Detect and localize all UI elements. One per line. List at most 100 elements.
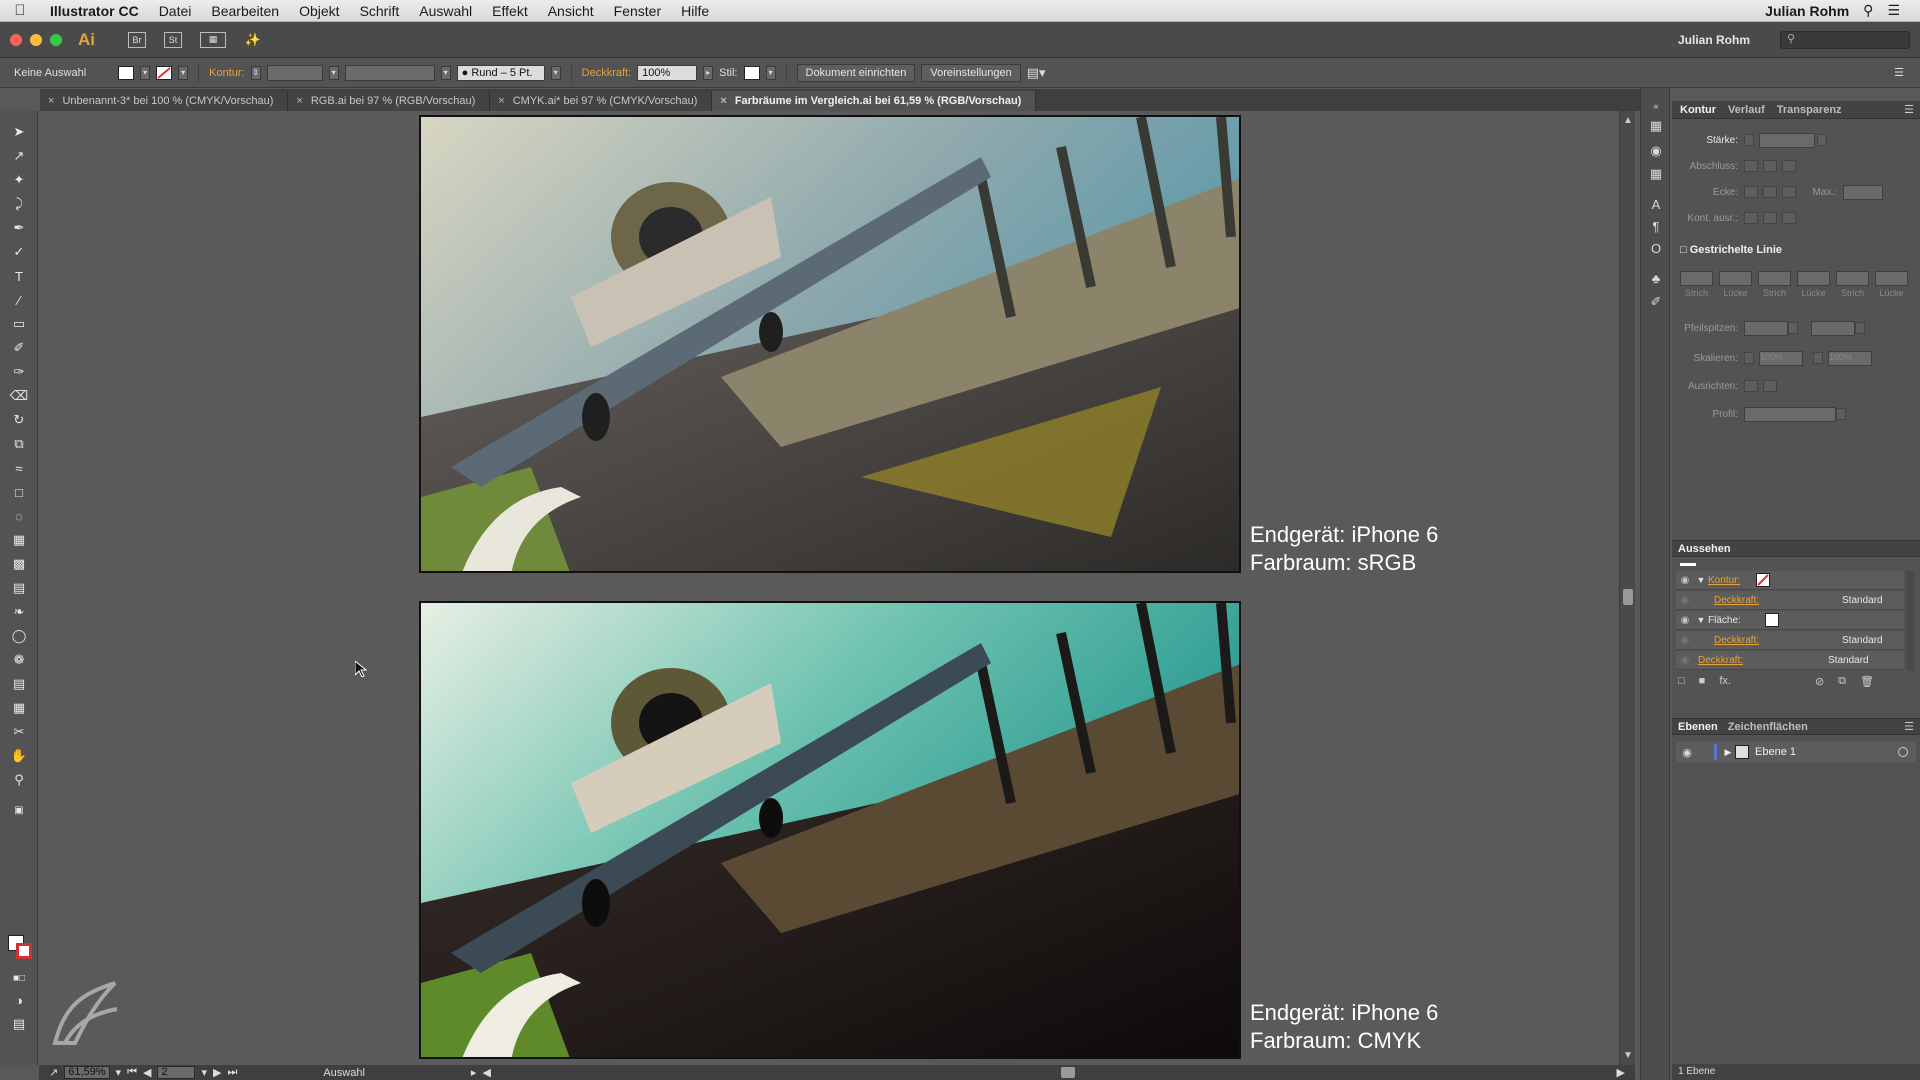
stroke-weight-field[interactable] [266, 64, 323, 81]
add-fill-icon[interactable]: ■ [1699, 675, 1706, 688]
preferences-button[interactable]: Voreinstellungen [921, 63, 1021, 82]
kontur-label[interactable]: Kontur: [209, 67, 244, 79]
appearance-opacity-link[interactable]: Deckkraft: [1698, 655, 1743, 666]
workspace-switcher[interactable]: Julian Rohm [1678, 33, 1750, 47]
tab-aussehen[interactable]: Aussehen [1678, 543, 1731, 555]
menu-bearbeiten[interactable]: Bearbeiten [201, 3, 289, 19]
align-outside-icon[interactable] [1782, 212, 1796, 224]
drawing-mode-icon[interactable]: ◑ [9, 991, 29, 1009]
vertical-scrollbar[interactable]: ▲ ▼ [1619, 111, 1635, 1065]
scroll-down-icon[interactable]: ▼ [1623, 1050, 1633, 1061]
end-arrowhead-select[interactable] [1811, 320, 1855, 336]
type-tool-icon[interactable]: T [9, 267, 29, 285]
appearance-fill-opacity-row[interactable]: ◉ Deckkraft: Standard [1676, 631, 1904, 650]
apple-icon[interactable]:  [0, 2, 40, 19]
miter-limit-field[interactable] [1843, 184, 1883, 200]
gap-field-1[interactable] [1719, 271, 1752, 286]
scroll-left-icon[interactable]: ◀ [482, 1066, 490, 1079]
airplane-image-srgb[interactable] [419, 115, 1241, 573]
menu-auswahl[interactable]: Auswahl [409, 3, 482, 19]
next-artboard-icon[interactable]: ▶ [213, 1066, 221, 1079]
dash-field-1[interactable] [1680, 271, 1713, 286]
share-icon[interactable]: ↗ [49, 1066, 58, 1079]
width-tool-icon[interactable]: ≈ [9, 459, 29, 477]
gap-field-3[interactable] [1875, 271, 1908, 286]
dashed-line-toggle[interactable]: □ Gestrichelte Linie [1680, 244, 1782, 256]
staerke-stepper[interactable] [1744, 134, 1754, 146]
zoom-tool-icon[interactable]: ⚲ [9, 771, 29, 789]
menu-hilfe[interactable]: Hilfe [671, 3, 719, 19]
end-arrowhead-dropdown[interactable] [1855, 322, 1865, 334]
opacity-field[interactable]: 100% [637, 64, 698, 81]
brushes-panel-icon[interactable]: ✐ [1648, 294, 1664, 310]
swatches-panel-icon[interactable]: ▦ [1648, 166, 1664, 182]
appearance-stroke-row[interactable]: ◉ ▼ Kontur: [1676, 571, 1904, 590]
delete-item-icon[interactable]: 🗑 [1860, 675, 1874, 688]
menu-fenster[interactable]: Fenster [604, 3, 671, 19]
free-transform-tool-icon[interactable]: □ [9, 483, 29, 501]
visibility-eye-icon[interactable]: ◉ [1676, 635, 1694, 646]
help-search-input[interactable]: ⚲ [1780, 30, 1910, 49]
butt-cap-icon[interactable] [1744, 160, 1758, 172]
control-bar-menu-icon[interactable]: ☰ [1894, 66, 1904, 79]
tab-verlauf[interactable]: Verlauf [1728, 104, 1765, 116]
menu-schrift[interactable]: Schrift [350, 3, 410, 19]
blob-brush-tool-icon[interactable]: ✑ [9, 363, 29, 381]
symbols-panel-icon[interactable]: ♣ [1648, 270, 1664, 286]
align-center-icon[interactable] [1744, 212, 1758, 224]
menu-effekt[interactable]: Effekt [482, 3, 538, 19]
projecting-cap-icon[interactable] [1782, 160, 1796, 172]
rectangle-tool-icon[interactable]: ▭ [9, 315, 29, 333]
previous-artboard-icon[interactable]: ◀ [143, 1066, 151, 1079]
layer-target-icon[interactable] [1898, 747, 1908, 757]
appearance-stroke-opacity-row[interactable]: ◉ Deckkraft: Standard [1676, 591, 1904, 610]
tab-ebenen[interactable]: Ebenen [1678, 719, 1718, 734]
bridge-button[interactable]: Br [128, 31, 146, 48]
staerke-field[interactable] [1759, 132, 1815, 148]
visibility-eye-icon[interactable]: ◉ [1676, 575, 1694, 586]
gap-field-2[interactable] [1797, 271, 1830, 286]
hand-tool-icon[interactable]: ✋ [9, 747, 29, 765]
profile-dropdown[interactable]: ▾ [440, 65, 451, 80]
add-stroke-icon[interactable]: □ [1678, 675, 1685, 688]
document-tab[interactable]: × Unbenannt-3* bei 100 % (CMYK/Vorschau) [40, 91, 289, 111]
expand-triangle-icon[interactable]: ▼ [1694, 615, 1708, 625]
selection-tool-icon[interactable]: ➤ [9, 123, 29, 141]
eraser-tool-icon[interactable]: ⌫ [9, 387, 29, 405]
horizontal-scroll-thumb[interactable] [1061, 1067, 1075, 1078]
style-dropdown[interactable]: ▾ [765, 65, 776, 80]
appearance-opacity-link[interactable]: Deckkraft: [1714, 635, 1759, 646]
libraries-panel-icon[interactable]: ▦ [1648, 118, 1664, 134]
document-tab-active[interactable]: × Farbräume im Vergleich.ai bei 61,59 % (… [712, 91, 1037, 111]
scale-end-stepper[interactable] [1813, 352, 1823, 364]
appearance-object-opacity-row[interactable]: ◉ Deckkraft: Standard [1676, 651, 1904, 670]
round-cap-icon[interactable] [1763, 160, 1777, 172]
dash-field-2[interactable] [1758, 271, 1791, 286]
collapse-panels-icon[interactable]: « [1648, 98, 1664, 114]
close-tab-icon[interactable]: × [296, 95, 302, 107]
character-panel-icon[interactable]: A [1648, 196, 1664, 212]
paintbrush-tool-icon[interactable]: ✐ [9, 339, 29, 357]
appearance-fill-label[interactable]: Fläche: [1708, 615, 1741, 626]
duplicate-item-icon[interactable]: ⧉ [1838, 675, 1846, 688]
round-join-icon[interactable] [1763, 186, 1777, 198]
stroke-color-box[interactable] [16, 943, 32, 959]
lasso-tool-icon[interactable]: ⤸ [9, 195, 29, 213]
airplane-image-cmyk[interactable] [419, 601, 1241, 1059]
stroke-weight-dropdown[interactable]: ▾ [328, 65, 339, 80]
paragraph-panel-icon[interactable]: ¶ [1648, 218, 1664, 234]
first-artboard-icon[interactable]: ⏮ [127, 1066, 137, 1079]
bevel-join-icon[interactable] [1782, 186, 1796, 198]
align-inside-icon[interactable] [1763, 212, 1777, 224]
layer-row[interactable]: ◉ ▶ Ebene 1 [1676, 742, 1916, 762]
deckkraft-label[interactable]: Deckkraft: [582, 67, 632, 79]
visibility-eye-icon[interactable]: ◉ [1676, 615, 1694, 626]
graphic-style-swatch[interactable] [743, 65, 760, 80]
visibility-eye-icon[interactable]: ◉ [1676, 595, 1694, 606]
menubar-user[interactable]: Julian Rohm [1765, 3, 1849, 19]
document-tab[interactable]: × CMYK.ai* bei 97 % (CMYK/Vorschau) [490, 91, 713, 111]
add-effect-button[interactable]: fx. [1719, 675, 1731, 688]
magic-wand-tool-icon[interactable]: ✦ [9, 171, 29, 189]
curvature-tool-icon[interactable]: ✓ [9, 243, 29, 261]
scale-tool-icon[interactable]: ⧉ [9, 435, 29, 453]
